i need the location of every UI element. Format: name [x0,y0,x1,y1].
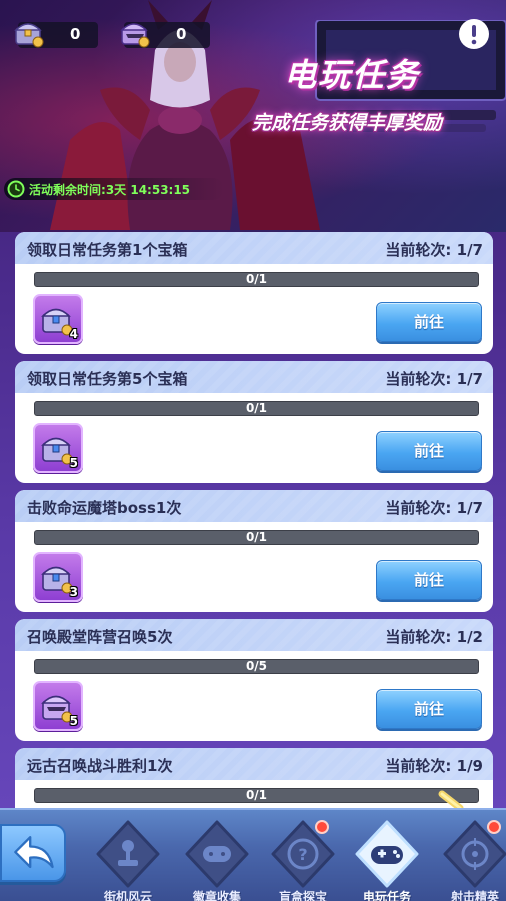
reward-count: 5 [69,714,78,728]
task-progress-bar: 0/1 [34,401,479,416]
nav-tab-label: 街机风云 [103,890,152,901]
task-header: 远古召唤战斗胜利1次 当前轮次: 1/9 [15,748,493,780]
clock-icon [7,180,25,198]
timer-value: 3天 14:53:15 [105,182,191,197]
nav-tab-label: 徽章收集 [192,890,241,901]
task-progress-text: 0/5 [245,659,268,673]
task-round: 当前轮次: 1/7 [385,368,483,389]
task-header: 领取日常任务第5个宝箱 当前轮次: 1/7 [15,361,493,393]
task-round-value: 1/7 [456,241,483,259]
task-progress-bar: 0/5 [34,659,479,674]
task-card: 击败命运魔塔boss1次 当前轮次: 1/7 0/1 3 前往 [15,490,493,612]
task-round-label: 当前轮次: [385,628,452,646]
chest-counter: 0 [14,22,98,48]
reward-item[interactable]: 5 [33,423,83,473]
task-card: 领取日常任务第5个宝箱 当前轮次: 1/7 0/1 5 前往 [15,361,493,483]
task-header: 击败命运魔塔boss1次 当前轮次: 1/7 [15,490,493,522]
nav-tab[interactable]: 射击精英 [433,818,506,901]
masked-chest-counter: 0 [120,22,210,48]
task-name: 领取日常任务第1个宝箱 [27,241,188,259]
task-round-value: 1/7 [456,370,483,388]
back-arrow-icon [14,836,54,869]
reward-item[interactable]: 3 [33,552,83,602]
page-subtitle: 完成任务获得丰厚奖励 [252,112,443,134]
nav-tab-label: 电玩任务 [362,890,411,901]
nav-tab-label: 射击精英 [450,890,499,901]
svg-text:?: ? [298,845,307,864]
task-card: 召唤殿堂阵营召唤5次 当前轮次: 1/2 0/5 5 前往 [15,619,493,741]
task-name: 击败命运魔塔boss1次 [27,499,182,517]
joystick-icon [96,820,160,888]
task-round-value: 1/7 [456,499,483,517]
task-round: 当前轮次: 1/9 [385,755,483,776]
gamepad-icon [185,820,249,888]
page-title: 电玩任务 [284,56,421,94]
notification-dot [315,820,329,834]
nav-tab-label: 盲盒探宝 [278,890,327,901]
task-progress-text: 0/1 [245,272,268,286]
task-progress-bar: 0/1 [34,272,479,287]
task-header: 领取日常任务第1个宝箱 当前轮次: 1/7 [15,232,493,264]
event-banner: 0 0 电玩任务 完成任务获得丰厚奖励 活动剩余时间: 3天 14:53:15 [0,0,506,232]
masked-chest-icon [120,23,150,48]
chest-count: 0 [70,25,81,43]
event-timer: 活动剩余时间: 3天 14:53:15 [4,178,224,200]
controller-icon [355,820,419,888]
task-name: 召唤殿堂阵营召唤5次 [27,628,173,646]
task-progress-bar: 0/1 [34,788,479,803]
task-round-value: 1/9 [456,757,483,775]
task-name: 领取日常任务第5个宝箱 [27,370,188,388]
task-round: 当前轮次: 1/7 [385,239,483,260]
back-button[interactable] [0,824,66,882]
task-round-label: 当前轮次: [385,499,452,517]
nav-tab[interactable]: 电玩任务 [345,818,429,901]
task-round-label: 当前轮次: [385,241,452,259]
nav-tab[interactable]: 徽章收集 [175,818,259,901]
task-card: 领取日常任务第1个宝箱 当前轮次: 1/7 0/1 4 前往 [15,232,493,354]
task-header: 召唤殿堂阵营召唤5次 当前轮次: 1/2 [15,619,493,651]
info-icon[interactable] [456,16,492,52]
go-button[interactable]: 前往 [376,431,482,471]
task-progress-bar: 0/1 [34,530,479,545]
nav-tab[interactable]: 街机风云 [86,818,170,901]
reward-count: 3 [69,585,78,599]
task-list[interactable]: 领取日常任务第1个宝箱 当前轮次: 1/7 0/1 4 前往 领取日常任务第5个… [15,232,493,810]
task-progress-text: 0/1 [245,401,268,415]
task-progress-text: 0/1 [245,788,268,802]
task-round-value: 1/2 [456,628,483,646]
reward-count: 5 [69,456,78,470]
go-button[interactable]: 前往 [376,689,482,729]
timer-label: 活动剩余时间: [29,182,106,197]
reward-item[interactable]: 5 [33,681,83,731]
chest-icon [14,23,44,48]
task-name: 远古召唤战斗胜利1次 [27,757,173,775]
reward-count: 4 [69,327,78,341]
task-progress-text: 0/1 [245,530,268,544]
task-round-label: 当前轮次: [385,370,452,388]
task-card: 远古召唤战斗胜利1次 当前轮次: 1/9 0/1 前往 [15,748,493,810]
go-button[interactable]: 前往 [376,302,482,342]
masked-chest-count: 0 [176,25,187,43]
reward-item[interactable]: 4 [33,294,83,344]
go-button[interactable]: 前往 [376,560,482,600]
bottom-navigation: 街机风云 徽章收集 ? 盲盒探宝 电玩任务 射击精英 [0,808,506,901]
task-round: 当前轮次: 1/2 [385,626,483,647]
task-round-label: 当前轮次: [385,757,452,775]
nav-tab[interactable]: ? 盲盒探宝 [261,818,345,901]
task-round: 当前轮次: 1/7 [385,497,483,518]
notification-dot [487,820,501,834]
